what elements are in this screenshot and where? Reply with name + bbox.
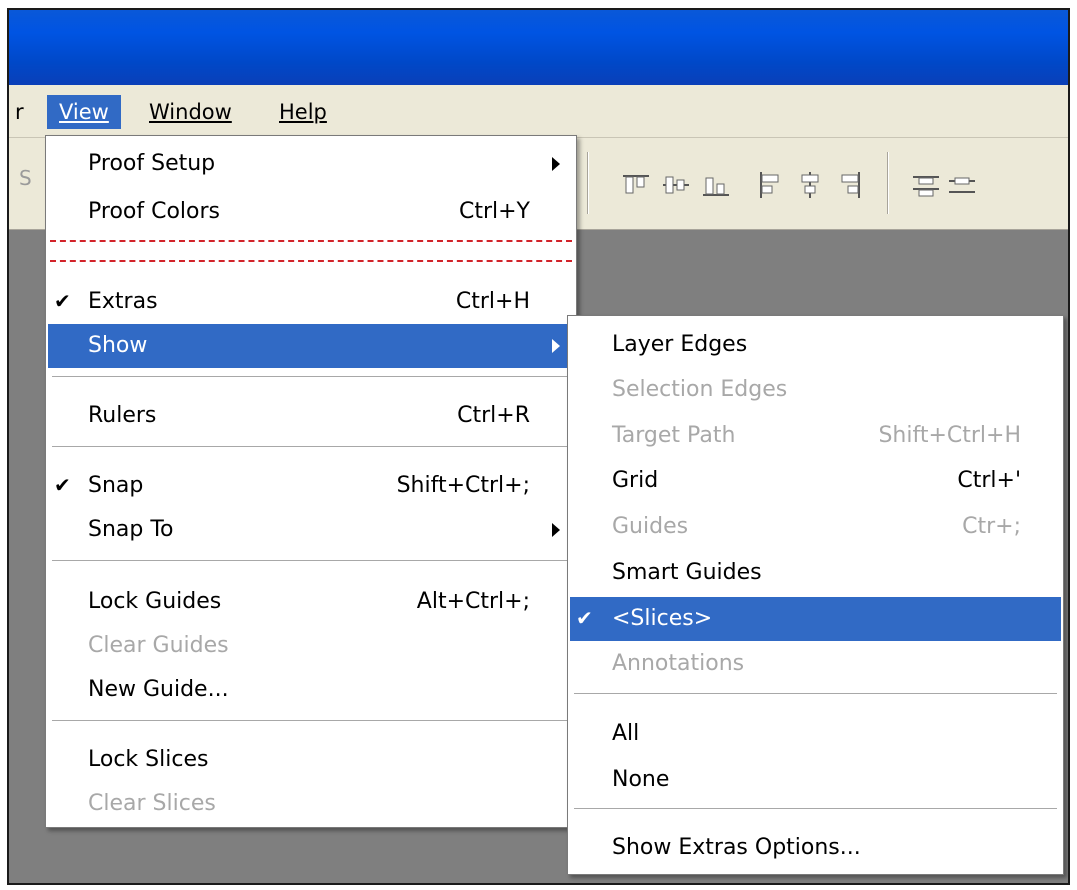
submenu-item-smart-guides[interactable]: Smart Guides xyxy=(570,551,1061,595)
menu-item-label: <Slices> xyxy=(612,606,713,631)
guide-line xyxy=(50,240,572,242)
menu-item-shortcut: Ctr+; xyxy=(962,514,1021,539)
menu-item-shortcut: Ctrl+' xyxy=(957,468,1021,493)
menu-bar: r View Window Help xyxy=(9,85,1068,138)
align-top-edges-icon[interactable] xyxy=(621,170,651,200)
menu-separator xyxy=(52,376,570,378)
menu-item-show[interactable]: Show xyxy=(48,324,574,368)
menu-separator xyxy=(574,693,1057,695)
align-left-edges-icon[interactable] xyxy=(755,170,785,200)
menu-item-label: New Guide... xyxy=(88,677,229,702)
menu-item-proof-colors[interactable]: Proof Colors Ctrl+Y xyxy=(48,190,574,234)
submenu-item-guides: Guides Ctr+; xyxy=(570,505,1061,549)
menu-item-new-guide[interactable]: New Guide... xyxy=(48,668,574,712)
submenu-arrow-icon xyxy=(552,157,560,171)
toolbar-separator xyxy=(587,152,589,214)
menu-item-clear-slices: Clear Slices xyxy=(48,782,574,826)
menu-partial-item[interactable]: r xyxy=(9,95,36,129)
menu-item-label: Lock Guides xyxy=(88,589,222,614)
menu-item-label: Show xyxy=(88,333,148,358)
title-bar[interactable] xyxy=(9,10,1068,85)
align-horizontal-centers-icon[interactable] xyxy=(795,170,825,200)
submenu-item-selection-edges: Selection Edges xyxy=(570,368,1061,412)
menu-item-shortcut: Ctrl+Y xyxy=(458,199,530,224)
guide-line xyxy=(50,260,572,262)
menu-item-snap[interactable]: ✔ Snap Shift+Ctrl+; xyxy=(48,464,574,508)
menu-item-lock-guides[interactable]: Lock Guides Alt+Ctrl+; xyxy=(48,580,574,624)
menu-window[interactable]: Window xyxy=(137,95,244,129)
menu-item-label: Show Extras Options... xyxy=(612,835,861,860)
menu-window-label: Window xyxy=(149,100,232,124)
submenu-item-target-path: Target Path Shift+Ctrl+H xyxy=(570,414,1061,458)
menu-item-label: Smart Guides xyxy=(612,560,762,585)
menu-separator xyxy=(574,808,1057,810)
distribute-vertical-centers-icon[interactable] xyxy=(947,170,977,200)
menu-view[interactable]: View xyxy=(47,95,121,129)
application-window: r View Window Help S Proof Setup Proof C… xyxy=(7,8,1070,885)
show-submenu: Layer Edges Selection Edges Target Path … xyxy=(567,315,1064,875)
submenu-item-show-extras-options[interactable]: Show Extras Options... xyxy=(570,826,1061,870)
menu-item-label: Clear Guides xyxy=(88,633,229,658)
menu-item-clear-guides: Clear Guides xyxy=(48,624,574,668)
submenu-item-none[interactable]: None xyxy=(570,758,1061,802)
menu-item-label: Lock Slices xyxy=(88,747,209,772)
menu-item-lock-slices[interactable]: Lock Slices xyxy=(48,738,574,782)
menu-separator xyxy=(52,446,570,448)
menu-item-shortcut: Shift+Ctrl+; xyxy=(396,473,530,498)
menu-separator xyxy=(52,560,570,562)
menu-item-label: Target Path xyxy=(612,423,736,448)
menu-item-label: Snap To xyxy=(88,517,174,542)
checkmark-icon: ✔ xyxy=(54,473,71,497)
align-bottom-edges-icon[interactable] xyxy=(701,170,731,200)
menu-item-label: None xyxy=(612,767,670,792)
menu-item-extras[interactable]: ✔ Extras Ctrl+H xyxy=(48,280,574,324)
menu-item-label: Proof Setup xyxy=(88,151,216,176)
menu-item-label: Annotations xyxy=(612,651,745,676)
menu-item-shortcut: Ctrl+H xyxy=(455,289,530,314)
toolbar-separator xyxy=(887,152,889,214)
toolbar-partial-text: S xyxy=(19,166,32,190)
submenu-arrow-icon xyxy=(552,523,560,537)
menu-item-snap-to[interactable]: Snap To xyxy=(48,508,574,552)
menu-item-proof-setup[interactable]: Proof Setup xyxy=(48,142,574,186)
view-menu-dropdown: Proof Setup Proof Colors Ctrl+Y ✔ Extras… xyxy=(45,135,577,828)
menu-item-label: All xyxy=(612,721,640,746)
menu-help[interactable]: Help xyxy=(267,95,339,129)
menu-item-label: Layer Edges xyxy=(612,332,748,357)
checkmark-icon: ✔ xyxy=(54,289,71,313)
align-right-edges-icon[interactable] xyxy=(835,170,865,200)
menu-item-shortcut: Shift+Ctrl+H xyxy=(878,423,1021,448)
submenu-arrow-icon xyxy=(552,339,560,353)
submenu-item-grid[interactable]: Grid Ctrl+' xyxy=(570,459,1061,503)
menu-help-label: Help xyxy=(279,100,327,124)
menu-item-shortcut: Ctrl+R xyxy=(457,403,530,428)
submenu-item-annotations: Annotations xyxy=(570,642,1061,686)
menu-item-shortcut: Alt+Ctrl+; xyxy=(416,589,530,614)
menu-item-label: Guides xyxy=(612,514,689,539)
menu-item-rulers[interactable]: Rulers Ctrl+R xyxy=(48,394,574,438)
menu-item-label: Clear Slices xyxy=(88,791,216,816)
submenu-item-slices[interactable]: ✔ <Slices> xyxy=(570,597,1061,641)
menu-item-label: Proof Colors xyxy=(88,199,220,224)
menu-item-label: Snap xyxy=(88,473,144,498)
submenu-item-layer-edges[interactable]: Layer Edges xyxy=(570,323,1061,367)
screenshot-frame: r View Window Help S Proof Setup Proof C… xyxy=(0,0,1077,890)
align-vertical-centers-icon[interactable] xyxy=(661,170,691,200)
menu-item-label: Extras xyxy=(88,289,158,314)
menu-item-label: Selection Edges xyxy=(612,377,788,402)
menu-item-label: Grid xyxy=(612,468,659,493)
menu-view-label: View xyxy=(59,100,109,124)
menu-item-label: Rulers xyxy=(88,403,157,428)
menu-separator xyxy=(52,720,570,722)
submenu-item-all[interactable]: All xyxy=(570,712,1061,756)
distribute-top-icon[interactable] xyxy=(911,170,941,200)
checkmark-icon: ✔ xyxy=(576,606,593,630)
